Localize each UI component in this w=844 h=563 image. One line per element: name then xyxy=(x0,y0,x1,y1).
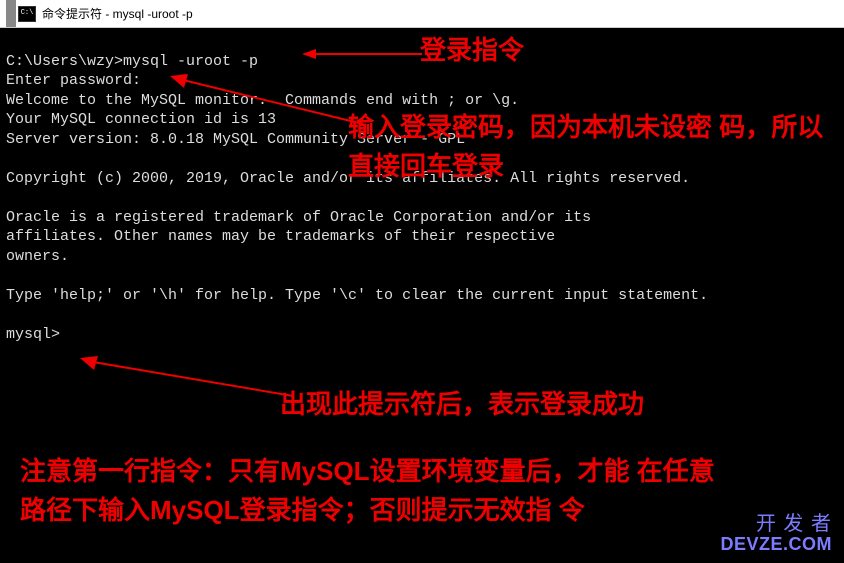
terminal-line: Server version: 8.0.18 MySQL Community S… xyxy=(6,131,465,148)
titlebar-edge xyxy=(6,0,16,27)
terminal-line: Your MySQL connection id is 13 xyxy=(6,111,276,128)
terminal-line: C:\Users\wzy>mysql -uroot -p xyxy=(6,53,258,70)
window-titlebar: 命令提示符 - mysql -uroot -p xyxy=(0,0,844,28)
window-title: 命令提示符 - mysql -uroot -p xyxy=(42,5,193,22)
terminal-line: Copyright (c) 2000, 2019, Oracle and/or … xyxy=(6,170,690,187)
terminal-line: Oracle is a registered trademark of Orac… xyxy=(6,209,591,226)
terminal-line: Type 'help;' or '\h' for help. Type '\c'… xyxy=(6,287,708,304)
cmd-icon xyxy=(18,6,36,22)
terminal-line: Welcome to the MySQL monitor. Commands e… xyxy=(6,92,519,109)
terminal-line: Enter password: xyxy=(6,72,141,89)
terminal-line: affiliates. Other names may be trademark… xyxy=(6,228,555,245)
terminal-line: mysql> xyxy=(6,326,60,343)
terminal-line: owners. xyxy=(6,248,69,265)
terminal-output[interactable]: C:\Users\wzy>mysql -uroot -p Enter passw… xyxy=(0,28,844,563)
